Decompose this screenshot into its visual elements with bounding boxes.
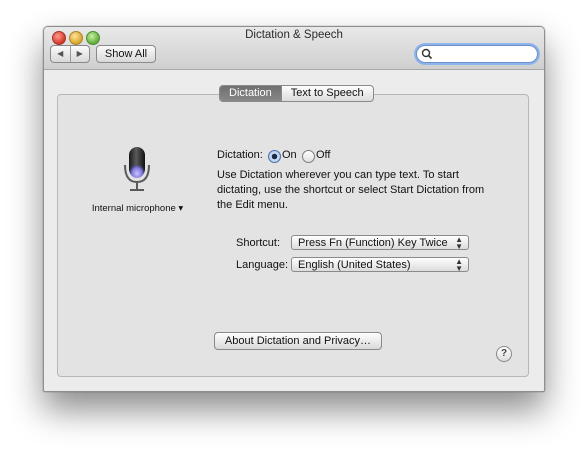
navigation-segment: ◀ ▶ [50,45,90,63]
toolbar: Dictation & Speech ◀ ▶ Show All [44,27,544,70]
search-field[interactable] [416,45,538,63]
window-title: Dictation & Speech [245,29,343,41]
dictation-description: Use Dictation wherever you can type text… [217,169,485,211]
back-button[interactable]: ◀ [51,46,70,62]
help-button[interactable]: ? [496,346,512,362]
search-input[interactable] [434,47,530,60]
shortcut-value: Press Fn (Function) Key Twice [298,237,448,249]
forward-button[interactable]: ▶ [69,46,90,62]
tab-dictation[interactable]: Dictation [220,86,281,101]
language-label: Language: [236,259,288,271]
shortcut-label: Shortcut: [236,237,281,249]
popup-arrows-icon: ▲ ▼ [455,257,463,273]
preferences-window: Dictation & Speech ◀ ▶ Show All Dictatio… [43,26,545,392]
microphone-selector[interactable]: Internal microphone ▾ [85,203,190,214]
language-value: English (United States) [298,259,411,271]
dictation-on-label[interactable]: On [282,149,297,161]
dictation-off-radio[interactable] [302,150,315,163]
about-dictation-privacy-button[interactable]: About Dictation and Privacy… [214,332,382,350]
forward-arrow-icon: ▶ [76,49,83,58]
search-icon [421,48,433,60]
back-arrow-icon: ◀ [57,49,64,58]
show-all-button[interactable]: Show All [96,45,156,63]
popup-arrows-icon: ▲ ▼ [455,235,463,251]
shortcut-popup[interactable]: Press Fn (Function) Key Twice ▲ ▼ [291,235,469,251]
tab-bar: Dictation Text to Speech [219,85,374,102]
dictation-off-label[interactable]: Off [316,149,330,161]
dictation-on-radio[interactable] [268,150,281,163]
language-popup[interactable]: English (United States) ▲ ▼ [291,257,469,273]
dictation-label: Dictation: [217,149,263,161]
tab-text-to-speech[interactable]: Text to Speech [280,86,373,101]
microphone-icon [124,147,150,191]
